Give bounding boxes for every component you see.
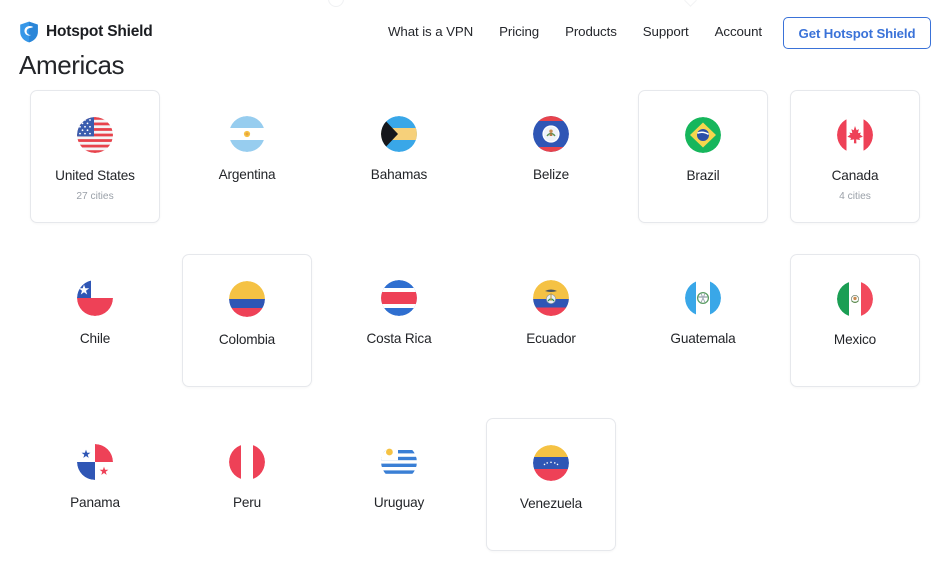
country-name: Mexico	[833, 332, 877, 347]
flag-bs-icon	[381, 116, 417, 152]
country-cell: Venezuela	[475, 418, 627, 562]
country-cell: Argentina	[171, 90, 323, 254]
flag-cr-icon	[381, 280, 417, 316]
country-name: Peru	[232, 495, 262, 510]
country-name: Chile	[79, 331, 111, 346]
country-name: Canada	[831, 168, 879, 183]
country-name: United States	[55, 168, 135, 183]
flag-pa-icon	[77, 444, 113, 480]
shield-swirl-logo-icon	[19, 21, 39, 43]
country-card-costa-rica[interactable]: Costa Rica	[334, 254, 464, 387]
nav-item-account[interactable]: Account	[715, 24, 762, 39]
main-nav: What is a VPN Pricing Products Support A…	[388, 24, 762, 39]
country-cell: Brazil	[627, 90, 779, 254]
country-cell: Bahamas	[323, 90, 475, 254]
country-card-mexico[interactable]: Mexico	[790, 254, 920, 387]
nav-item-products[interactable]: Products	[565, 24, 617, 39]
country-cell: Canada 4 cities	[779, 90, 931, 254]
country-name: Argentina	[218, 167, 276, 182]
brand-name: Hotspot Shield	[46, 23, 153, 40]
country-card-brazil[interactable]: Brazil	[638, 90, 768, 223]
country-card-venezuela[interactable]: Venezuela	[486, 418, 616, 551]
flag-mx-icon	[837, 281, 873, 317]
country-card-ecuador[interactable]: Ecuador	[486, 254, 616, 387]
flag-br-icon	[685, 117, 721, 153]
country-name: Belize	[532, 167, 570, 182]
flag-cl-icon	[77, 280, 113, 316]
country-cell: Guatemala	[627, 254, 779, 418]
brand-logo-link[interactable]: Hotspot Shield	[19, 21, 153, 43]
country-name: Ecuador	[526, 331, 576, 346]
country-cell: Costa Rica	[323, 254, 475, 418]
flag-uy-icon	[381, 444, 417, 480]
country-name: Costa Rica	[366, 331, 432, 346]
flag-ec-icon	[533, 280, 569, 316]
country-name: Guatemala	[670, 331, 736, 346]
country-card-colombia[interactable]: Colombia	[182, 254, 312, 387]
country-grid: United States 27 cities Argentina Bahamas Be…	[19, 90, 931, 562]
country-cell: Belize	[475, 90, 627, 254]
get-hotspot-shield-button[interactable]: Get Hotspot Shield	[783, 17, 931, 49]
country-card-guatemala[interactable]: Guatemala	[638, 254, 768, 387]
country-card-peru[interactable]: Peru	[182, 418, 312, 551]
flag-pe-icon	[229, 444, 265, 480]
country-cell: Panama	[19, 418, 171, 562]
country-card-panama[interactable]: Panama	[30, 418, 160, 551]
country-card-united-states[interactable]: United States 27 cities	[30, 90, 160, 223]
flag-us-icon	[77, 117, 113, 153]
country-cell: Chile	[19, 254, 171, 418]
country-name: Bahamas	[370, 167, 428, 182]
flag-co-icon	[229, 281, 265, 317]
country-card-uruguay[interactable]: Uruguay	[334, 418, 464, 551]
country-name: Venezuela	[519, 496, 583, 511]
country-cell: Peru	[171, 418, 323, 562]
nav-item-pricing[interactable]: Pricing	[499, 24, 539, 39]
flag-ar-icon	[229, 116, 265, 152]
country-cell: Ecuador	[475, 254, 627, 418]
country-card-bahamas[interactable]: Bahamas	[334, 90, 464, 223]
country-city-count: 27 cities	[76, 191, 114, 202]
site-header: Hotspot Shield What is a VPN Pricing Pro…	[0, 0, 950, 64]
flag-gt-icon	[685, 280, 721, 316]
country-card-chile[interactable]: Chile	[30, 254, 160, 387]
country-name: Colombia	[218, 332, 276, 347]
flag-ve-icon	[533, 445, 569, 481]
country-name: Uruguay	[373, 495, 425, 510]
country-cell: Colombia	[171, 254, 323, 418]
page-title: Americas	[19, 50, 125, 80]
country-name: Panama	[70, 495, 120, 510]
country-cell: Mexico	[779, 254, 931, 418]
country-cell: United States 27 cities	[19, 90, 171, 254]
country-card-canada[interactable]: Canada 4 cities	[790, 90, 920, 223]
flag-ca-icon	[837, 117, 873, 153]
country-name: Brazil	[686, 168, 720, 183]
country-card-belize[interactable]: Belize	[486, 90, 616, 223]
nav-item-what-is-a-vpn[interactable]: What is a VPN	[388, 24, 473, 39]
flag-bz-icon	[533, 116, 569, 152]
country-card-argentina[interactable]: Argentina	[182, 90, 312, 223]
country-cell: Uruguay	[323, 418, 475, 562]
page-root: Hotspot Shield What is a VPN Pricing Pro…	[0, 0, 950, 562]
nav-item-support[interactable]: Support	[643, 24, 689, 39]
country-city-count: 4 cities	[839, 191, 871, 202]
